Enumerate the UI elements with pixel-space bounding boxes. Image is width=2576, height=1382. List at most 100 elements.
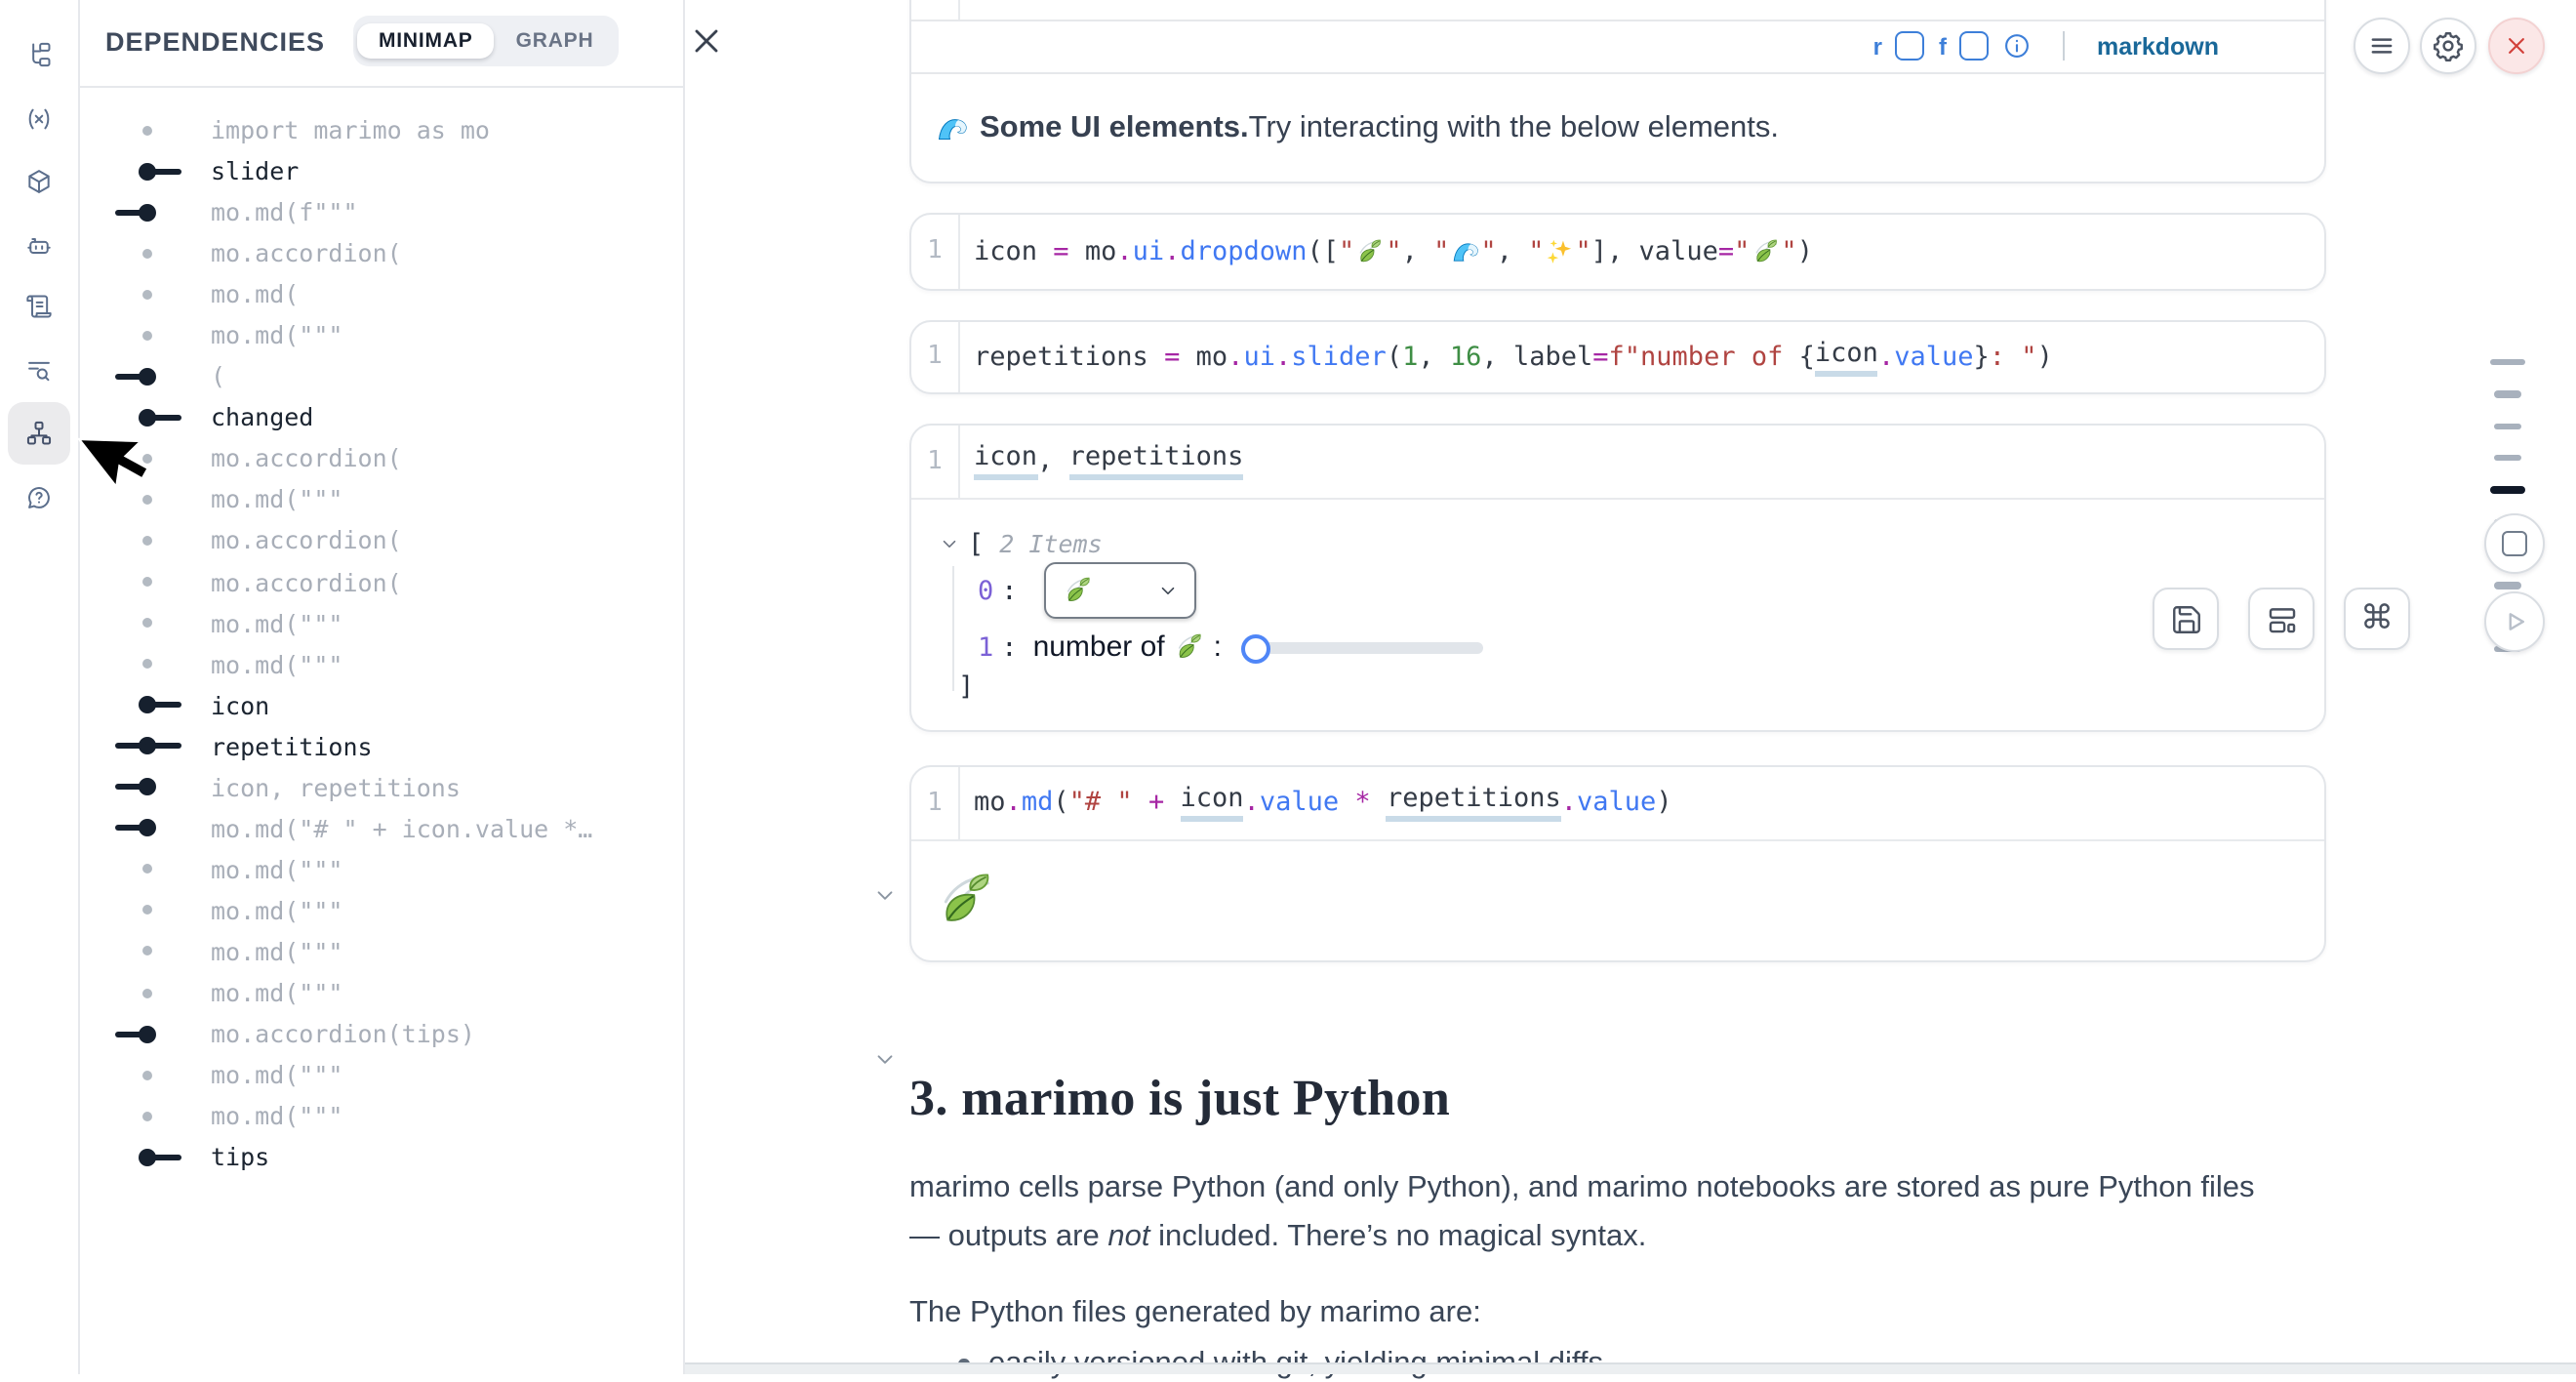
raw-string-checkbox[interactable] xyxy=(1896,32,1925,61)
minimap-item[interactable]: ( xyxy=(78,356,681,397)
layout-button[interactable] xyxy=(2248,588,2314,650)
graph-icon xyxy=(25,420,53,447)
minimap-item[interactable]: tips xyxy=(78,1136,681,1177)
code-token: : " xyxy=(1990,342,2037,373)
tab-minimap[interactable]: MINIMAP xyxy=(357,23,495,59)
code-cell-slider[interactable]: 1 repetitions = mo.ui.slider(1, 16, labe… xyxy=(909,320,2326,393)
code-token: " xyxy=(1339,236,1354,267)
close-button[interactable] xyxy=(2488,17,2545,73)
code-line[interactable]: icon, repetitions xyxy=(960,442,1243,481)
cell-dot-icon xyxy=(78,109,211,150)
scroll-marker[interactable] xyxy=(2494,423,2521,428)
scroll-marker[interactable] xyxy=(2490,359,2525,365)
code-line[interactable]: mo.md("# " + icon.value * repetitions.va… xyxy=(960,784,1672,823)
fstring-checkbox[interactable] xyxy=(1960,32,1990,61)
code-token: Try interacting with the below elements. xyxy=(1249,110,1779,145)
minimap-item[interactable]: mo.md(""" xyxy=(78,1095,681,1136)
minimap-item[interactable]: mo.md(""" xyxy=(78,602,681,643)
code-line[interactable]: repetitions = mo.ui.slider(1, 16, label=… xyxy=(960,338,2053,377)
minimap-item-label: mo.accordion( xyxy=(211,238,402,267)
help-icon xyxy=(25,484,53,511)
code-token: ) xyxy=(1656,788,1671,819)
cell-dot-icon xyxy=(78,890,211,931)
minimap-item[interactable]: mo.accordion( xyxy=(78,561,681,602)
cell-edge-icon xyxy=(78,1136,211,1177)
language-badge[interactable]: markdown xyxy=(2097,33,2219,61)
tab-graph[interactable]: GRAPH xyxy=(495,23,616,59)
collapse-chevron-icon[interactable] xyxy=(939,533,960,554)
code-token: = xyxy=(1053,236,1068,267)
minimap-item[interactable]: import marimo as mo xyxy=(78,109,681,150)
panel-close-icon[interactable] xyxy=(687,21,726,61)
minimap-item[interactable]: mo.accordion(tips) xyxy=(78,1013,681,1054)
logs-search-icon[interactable] xyxy=(8,340,70,402)
dropdown-control[interactable] xyxy=(1045,562,1197,619)
minimap-item[interactable]: mo.md(""" xyxy=(78,849,681,890)
scroll-marker[interactable] xyxy=(2494,455,2521,461)
code-token: + xyxy=(1148,788,1164,819)
minimap-item[interactable]: mo.md(""" xyxy=(78,1054,681,1095)
settings-button[interactable] xyxy=(2420,17,2476,73)
markdown-cell[interactable]: 1 Some UI elements. Try interacting with… xyxy=(909,0,2326,183)
info-icon[interactable] xyxy=(2003,32,2033,61)
minimap-item[interactable]: mo.md(""" xyxy=(78,479,681,520)
scroll-marker[interactable] xyxy=(2490,487,2525,493)
gear-icon xyxy=(2432,28,2465,61)
cell-dot-icon xyxy=(78,849,211,890)
markdown-source-row[interactable]: 1 Some UI elements. Try interacting with… xyxy=(911,0,2324,21)
packages-icon[interactable] xyxy=(8,150,70,213)
marimo-app: DEPENDENCIES MINIMAP GRAPH import marimo… xyxy=(0,0,2576,1374)
section-collapse-chevron-icon[interactable] xyxy=(872,1046,898,1072)
minimap-item[interactable]: changed xyxy=(78,397,681,438)
minimap-item[interactable]: mo.md(""" xyxy=(78,643,681,684)
minimap-item[interactable]: icon xyxy=(78,684,681,725)
menu-button[interactable] xyxy=(2354,17,2410,73)
slider-thumb[interactable] xyxy=(1241,633,1270,663)
snippets-icon[interactable] xyxy=(8,275,70,338)
minimap-item[interactable]: slider xyxy=(78,150,681,191)
dependencies-icon[interactable] xyxy=(8,402,70,465)
minimap-item[interactable]: mo.md(""" xyxy=(78,972,681,1013)
minimap-item[interactable]: mo.accordion( xyxy=(78,520,681,561)
code-token: ( xyxy=(1387,342,1402,373)
minimap-item[interactable]: mo.md(""" xyxy=(78,314,681,355)
scroll-marker[interactable] xyxy=(2494,391,2521,397)
file-tree-icon[interactable] xyxy=(8,23,70,86)
code-token: " xyxy=(1734,236,1750,267)
minimap-item[interactable]: mo.md(""" xyxy=(78,890,681,931)
scroll-marker[interactable] xyxy=(2494,583,2521,589)
slider-track[interactable] xyxy=(1241,641,1483,654)
code-line[interactable]: icon = mo.ui.dropdown(["", "", ""], valu… xyxy=(960,236,1813,267)
file-tree-icon xyxy=(25,41,53,68)
code-token: ( xyxy=(1053,788,1068,819)
ai-assistant-icon[interactable] xyxy=(8,215,70,277)
loglist-icon xyxy=(25,357,53,385)
code-token: . xyxy=(1878,342,1894,373)
minimap-item[interactable]: mo.md(""" xyxy=(78,931,681,972)
stop-button[interactable] xyxy=(2484,513,2545,574)
minimap-item[interactable]: mo.accordion( xyxy=(78,232,681,273)
markdown-source[interactable]: Some UI elements. Try interacting with t… xyxy=(960,0,1812,20)
minimap-item-label: mo.md( xyxy=(211,279,299,308)
code-cell-expression[interactable]: 1 icon, repetitions [ 2 Items 0: xyxy=(909,424,2326,732)
code-token: md xyxy=(1022,788,1054,819)
minimap-item[interactable]: mo.md(f""" xyxy=(78,191,681,232)
help-icon[interactable] xyxy=(8,467,70,529)
save-button[interactable] xyxy=(2153,588,2219,650)
minimap-item[interactable]: repetitions xyxy=(78,725,681,766)
cell-dot-icon xyxy=(78,232,211,273)
minimap-item[interactable]: mo.md("# " + icon.value *… xyxy=(78,808,681,849)
minimap-item[interactable]: mo.md( xyxy=(78,273,681,314)
variables-icon[interactable] xyxy=(8,88,70,150)
code-cell-dropdown[interactable]: 1 icon = mo.ui.dropdown(["", "", ""], va… xyxy=(909,213,2326,290)
run-button[interactable] xyxy=(2484,591,2545,652)
shortcuts-button[interactable]: ⌘ xyxy=(2344,588,2410,650)
slider-control[interactable] xyxy=(1241,631,1483,663)
code-token: } xyxy=(1974,342,1990,373)
minimap-item[interactable]: icon, repetitions xyxy=(78,767,681,808)
code-token: . xyxy=(1275,342,1291,373)
code-token: ui xyxy=(1243,342,1275,373)
cell-collapse-chevron-icon[interactable] xyxy=(872,882,898,908)
code-cell-md-heading[interactable]: 1 mo.md("# " + icon.value * repetitions.… xyxy=(909,765,2326,962)
cell-dot-icon xyxy=(78,1095,211,1136)
